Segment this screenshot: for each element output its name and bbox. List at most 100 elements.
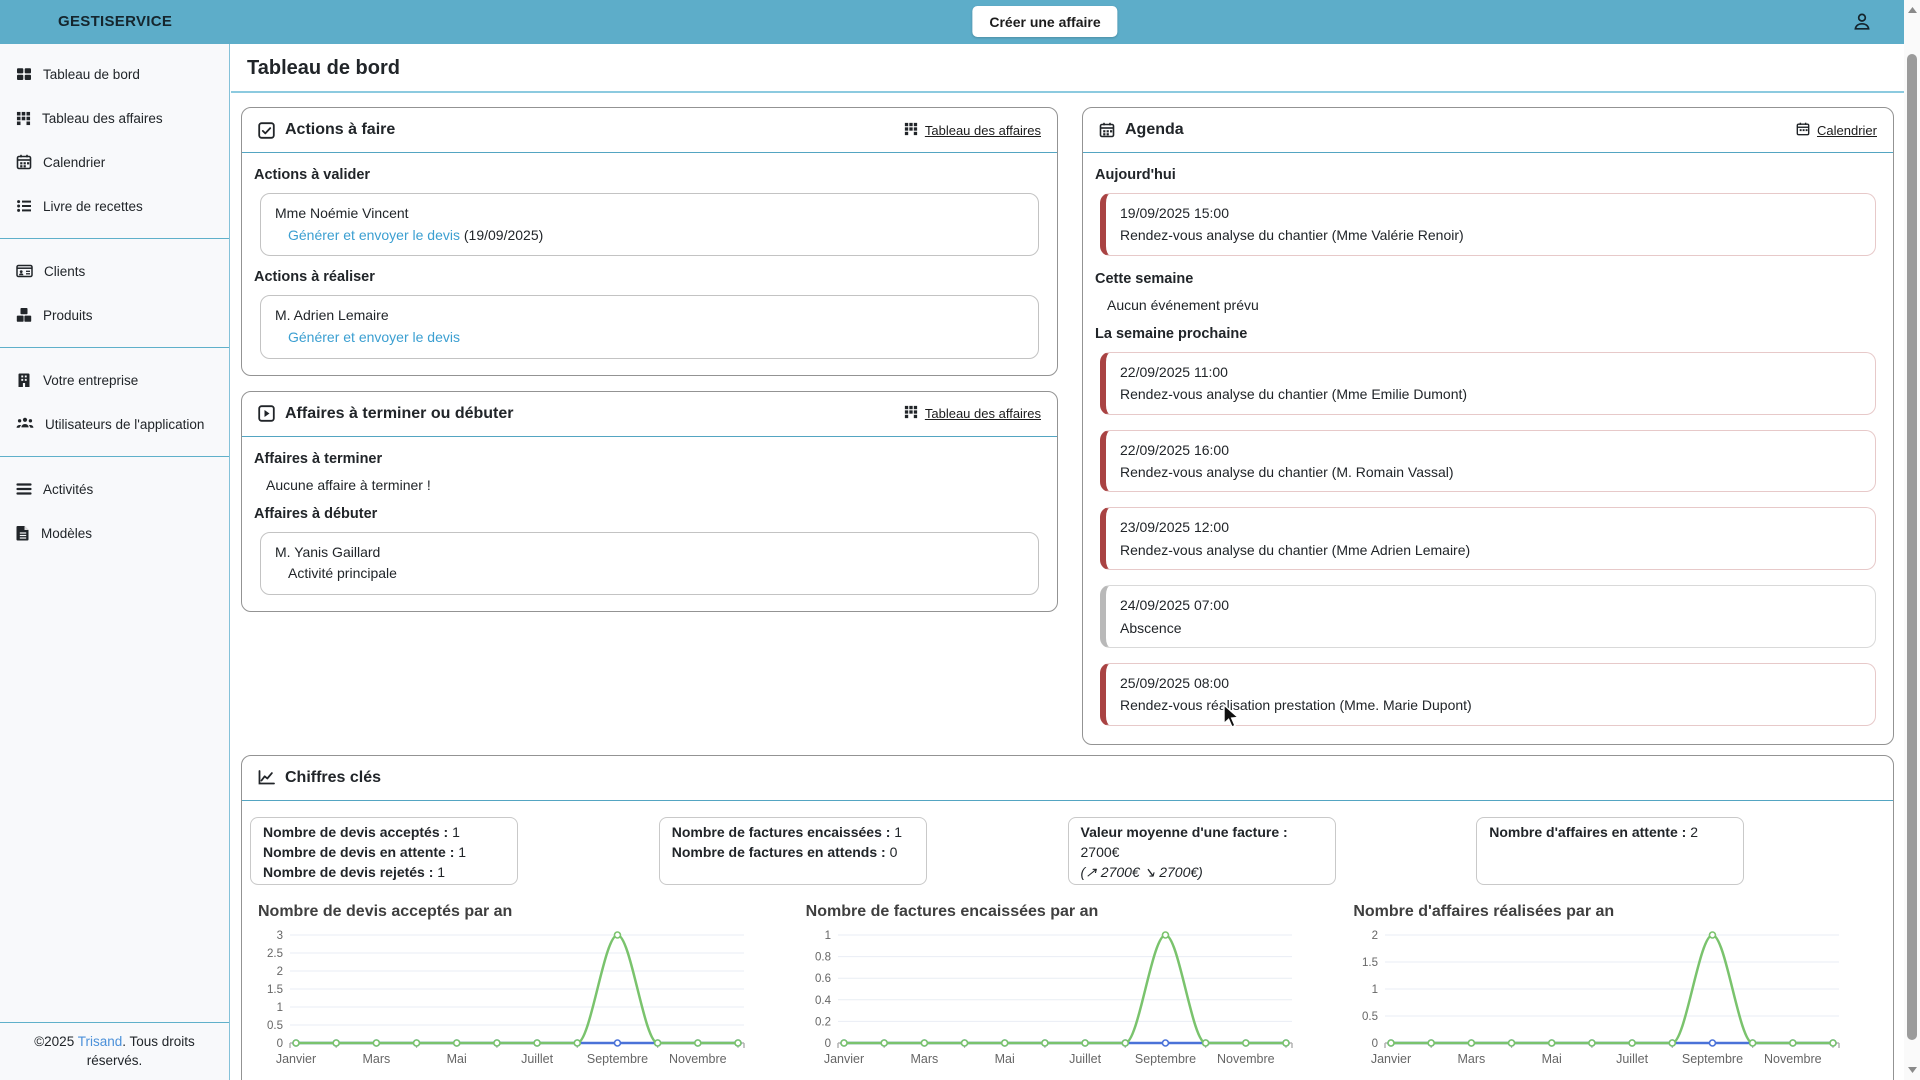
svg-text:0.6: 0.6 — [815, 973, 831, 985]
svg-text:0: 0 — [277, 1038, 283, 1050]
svg-text:1: 1 — [824, 930, 830, 942]
user-icon[interactable] — [1850, 9, 1874, 34]
sidebar-item-produits[interactable]: Produits — [0, 293, 229, 337]
svg-text:Janvier: Janvier — [824, 1052, 864, 1066]
event-datetime: 22/09/2025 11:00 — [1120, 361, 1861, 383]
scrollbar-down-icon[interactable] — [1904, 1062, 1920, 1078]
affaires-card-header: Affaires à terminer ou débuter Tableau d… — [242, 392, 1057, 437]
stat-box: Nombre de factures encaissées : 1Nombre … — [659, 817, 927, 885]
check-square-icon — [258, 122, 275, 139]
agenda-event[interactable]: 25/09/2025 08:00Rendez-vous réalisation … — [1100, 663, 1876, 726]
svg-text:Novembre: Novembre — [1217, 1052, 1275, 1066]
app-brand: GESTISERVICE — [58, 0, 172, 44]
trisand-link[interactable]: Trisand — [78, 1034, 123, 1049]
stat-line: Valeur moyenne d'une facture : 2700€ — [1081, 822, 1323, 862]
svg-text:0.2: 0.2 — [815, 1016, 831, 1028]
task-item-sub: Activité principale — [288, 563, 1024, 585]
svg-text:2: 2 — [1372, 930, 1378, 942]
chart-nombre-d-affaires-realisees-par-an: Nombre d'affaires réalisées par an00.511… — [1341, 891, 1889, 1080]
svg-text:3: 3 — [277, 930, 283, 942]
right-column: Agenda Calendrier Aujourd'hui19/09/2025 … — [1082, 107, 1894, 745]
agenda-event[interactable]: 23/09/2025 12:00Rendez-vous analyse du c… — [1100, 507, 1876, 570]
svg-text:0: 0 — [1372, 1038, 1378, 1050]
stat-label: Nombre de factures encaissées : — [672, 824, 891, 840]
svg-text:0.8: 0.8 — [815, 951, 831, 963]
actions-card-body: Actions à validerMme Noémie VincentGénér… — [242, 153, 1057, 375]
svg-text:1: 1 — [1372, 984, 1378, 996]
actions-header-link[interactable]: Tableau des affaires — [904, 122, 1041, 139]
chart-nombre-de-factures-encaissees-par-an: Nombre de factures encaissées par an00.2… — [794, 891, 1342, 1080]
agenda-event[interactable]: 19/09/2025 15:00Rendez-vous analyse du c… — [1100, 193, 1876, 256]
sidebar-item-modeles[interactable]: Modèles — [0, 511, 229, 555]
boxes-icon — [16, 307, 32, 323]
svg-text:Mai: Mai — [994, 1052, 1014, 1066]
scrollbar-thumb[interactable] — [1907, 54, 1917, 1040]
svg-text:2: 2 — [277, 966, 283, 978]
sidebar-item-activites[interactable]: Activités — [0, 467, 229, 511]
stat-trend: (↗ 2700€ ↘ 2700€) — [1081, 862, 1323, 882]
sidebar-item-tableau-de-bord[interactable]: Tableau de bord — [0, 52, 229, 96]
stat-label: Nombre de devis en attente : — [263, 844, 454, 860]
affaires-card-link[interactable]: Tableau des affaires — [925, 406, 1041, 421]
stat-cell: Valeur moyenne d'une facture : 2700€(↗ 2… — [1068, 817, 1477, 885]
section-heading: Affaires à terminer — [254, 451, 1049, 467]
section-heading: Actions à valider — [254, 167, 1049, 183]
sidebar-item-votre-entreprise[interactable]: Votre entreprise — [0, 358, 229, 402]
sidebar-item-tableau-des-affaires[interactable]: Tableau des affaires — [0, 96, 229, 140]
sidebar-item-label: Votre entreprise — [43, 373, 138, 388]
sidebar-item-label: Tableau des affaires — [42, 111, 163, 126]
action-link[interactable]: Générer et envoyer le devis — [288, 329, 460, 345]
agenda-section-heading: Cette semaine — [1095, 271, 1885, 287]
table-cells-icon — [904, 405, 918, 422]
scrollbar-up-icon[interactable] — [1904, 2, 1920, 18]
agenda-card-body: Aujourd'hui19/09/2025 15:00Rendez-vous a… — [1083, 153, 1893, 744]
stats-row: Nombre de devis acceptés : 1Nombre de de… — [242, 801, 1893, 887]
sidebar-item-clients[interactable]: Clients — [0, 249, 229, 293]
action-link[interactable]: Générer et envoyer le devis — [288, 227, 460, 243]
stat-line: Nombre de devis en attente : 1 — [263, 842, 505, 862]
svg-text:Novembre: Novembre — [669, 1052, 727, 1066]
svg-text:Mars: Mars — [1458, 1052, 1486, 1066]
section-heading: Affaires à débuter — [254, 506, 1049, 522]
svg-text:1: 1 — [277, 1002, 283, 1014]
id-card-icon — [16, 263, 33, 279]
stat-label: Nombre d'affaires en attente : — [1489, 824, 1686, 840]
svg-text:Juillet: Juillet — [1616, 1052, 1648, 1066]
affaires-header-link[interactable]: Tableau des affaires — [904, 405, 1041, 422]
sidebar-item-utilisateurs-de-l-application[interactable]: Utilisateurs de l'application — [0, 402, 229, 446]
agenda-card-header: Agenda Calendrier — [1083, 108, 1893, 153]
svg-text:Septembre: Septembre — [1682, 1052, 1743, 1066]
event-description: Rendez-vous analyse du chantier (M. Roma… — [1120, 461, 1861, 483]
actions-card-link[interactable]: Tableau des affaires — [925, 123, 1041, 138]
affaires-card: Affaires à terminer ou débuter Tableau d… — [241, 391, 1058, 612]
sidebar-divider — [0, 347, 229, 348]
stats-card: Chiffres clés Nombre de devis acceptés :… — [241, 755, 1894, 1080]
stat-label: Nombre de devis rejetés : — [263, 864, 433, 880]
sidebar-item-label: Activités — [43, 482, 93, 497]
svg-text:Mai: Mai — [1542, 1052, 1562, 1066]
agenda-event[interactable]: 24/09/2025 07:00Abscence — [1100, 585, 1876, 648]
users-icon — [16, 416, 34, 432]
agenda-header-link[interactable]: Calendrier — [1796, 122, 1877, 139]
sidebar-item-calendrier[interactable]: Calendrier — [0, 140, 229, 184]
stat-value: 1 — [452, 824, 460, 840]
event-datetime: 25/09/2025 08:00 — [1120, 672, 1861, 694]
stat-value: 1 — [458, 844, 466, 860]
sidebar-item-label: Tableau de bord — [43, 67, 140, 82]
sidebar-item-label: Calendrier — [43, 155, 105, 170]
agenda-event[interactable]: 22/09/2025 11:00Rendez-vous analyse du c… — [1100, 352, 1876, 415]
stat-label: Nombre de factures en attends : — [672, 844, 886, 860]
event-description: Rendez-vous analyse du chantier (Mme Emi… — [1120, 383, 1861, 405]
stat-cell: Nombre d'affaires en attente : 2 — [1476, 817, 1885, 885]
stat-value: 0 — [890, 844, 898, 860]
empty-state-text: Aucun événement prévu — [1107, 297, 1885, 313]
file-icon — [16, 525, 30, 541]
sidebar-item-livre-de-recettes[interactable]: Livre de recettes — [0, 184, 229, 228]
vertical-scrollbar[interactable] — [1904, 0, 1920, 1080]
create-affaire-button[interactable]: Créer une affaire — [972, 6, 1117, 37]
agenda-event[interactable]: 22/09/2025 16:00Rendez-vous analyse du c… — [1100, 430, 1876, 493]
svg-text:0.5: 0.5 — [1362, 1011, 1378, 1023]
agenda-card-link[interactable]: Calendrier — [1817, 123, 1877, 138]
stat-label: Nombre de devis acceptés : — [263, 824, 448, 840]
copyright-text: ©2025 — [34, 1034, 78, 1049]
